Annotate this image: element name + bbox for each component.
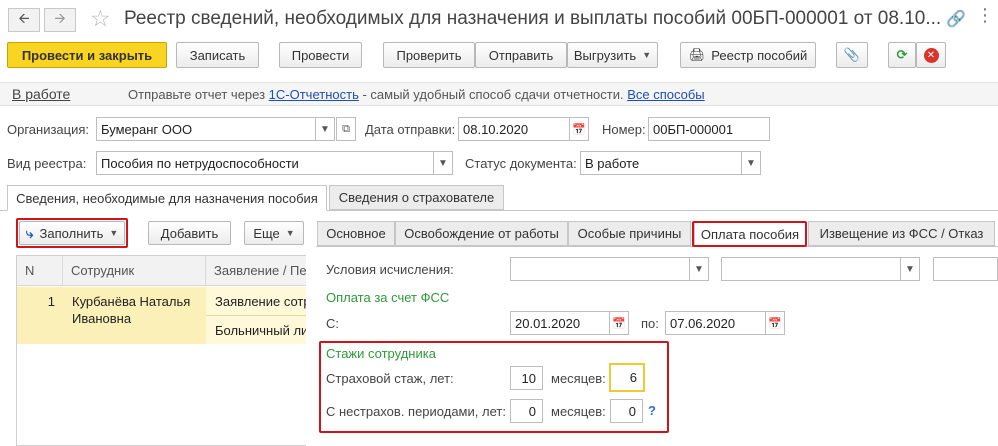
insured-months-field[interactable]: 6 [609,363,645,392]
payment-tab-highlight [692,221,807,247]
number-label: Номер: [602,122,646,137]
row-employee-line1: Курбанёва Наталья [72,294,191,309]
caret-down-icon: ▼ [694,263,704,275]
col-header-statement[interactable]: Заявление / Пе [206,256,306,286]
back-button[interactable]: 🡨 [8,8,40,32]
star-icon[interactable]: ☆ [90,5,111,32]
doc-status-label: Статус документа: [465,156,577,171]
calendar-icon: 📅 [768,317,782,330]
sub-tabs-line [316,246,998,247]
registry-type-label: Вид реестра: [7,156,87,171]
caret-down-icon: ▼ [438,157,448,169]
fill-highlight [16,218,128,248]
to-label: по: [641,316,659,331]
calendar-icon: 📅 [612,317,626,330]
arrow-left-icon: 🡨 [18,10,30,26]
subtab-release[interactable]: Освобождение от работы [395,221,568,246]
refresh-icon: ⟳ [896,47,908,62]
add-button[interactable]: Добавить [148,221,231,245]
from-label: С: [326,316,339,331]
send-date-calendar[interactable]: 📅 [569,117,589,141]
subtab-main[interactable]: Основное [317,221,395,246]
upload-button[interactable]: Выгрузить ▼ [567,42,658,68]
paperclip-icon: 📎 [843,47,861,62]
post-and-close-button[interactable]: Провести и закрыть [7,42,167,68]
registry-button[interactable]: 🖨 Реестр пособий [680,42,816,68]
subtab-special[interactable]: Особые причины [568,221,691,246]
condition-1-dropdown[interactable]: ▼ [689,257,709,281]
doc-status-field[interactable]: В работе [580,151,742,175]
registry-type-field[interactable]: Пособия по нетрудоспособности [96,151,434,175]
insured-years-label: Страховой стаж, лет: [326,371,454,386]
condition-3-field[interactable] [933,257,998,281]
row-divider [206,315,306,316]
info-text: Отправьте отчет через 1С-Отчетность - са… [128,87,705,102]
registry-type-dropdown[interactable]: ▼ [433,151,453,175]
tab-insurer-info[interactable]: Сведения о страхователе [329,185,504,210]
caret-down-icon: ▼ [905,263,915,275]
1c-link[interactable]: 1С-Отчетность [269,87,359,102]
caret-down-icon: ▼ [746,157,756,169]
col-header-n[interactable]: N [17,256,63,286]
save-button[interactable]: Записать [176,42,259,68]
send-date-field[interactable]: 08.10.2020 [458,117,570,141]
insured-months-label: месяцев: [551,371,606,386]
caret-down-icon: ▼ [320,123,330,135]
noninsured-months-field[interactable]: 0 [610,399,643,423]
org-open[interactable]: ⧉ [336,117,356,141]
help-icon[interactable]: ? [648,403,656,418]
caret-down-icon: ▼ [642,50,652,60]
send-button[interactable]: Отправить [475,42,567,68]
check-button[interactable]: Проверить [383,42,475,68]
more-menu-icon[interactable]: ⋮ [976,5,994,26]
tab-benefit-info[interactable]: Сведения, необходимые для назначения пос… [7,185,327,211]
row-statement-1: Заявление сотр [215,294,306,309]
org-label: Организация: [7,122,90,137]
status-link[interactable]: В работе [12,86,70,102]
subtab-fss-notice[interactable]: Извещение из ФСС / Отказ [808,221,995,246]
number-field[interactable]: 00БП-000001 [648,117,770,141]
window-title: Реестр сведений, необходимых для назначе… [124,8,942,29]
printer-icon: 🖨 [688,47,706,62]
close-icon: ✕ [923,47,939,63]
row-number: 1 [47,294,55,309]
insured-years-field[interactable]: 10 [510,366,543,390]
refresh-button[interactable]: ⟳ [888,42,916,68]
forward-button[interactable]: 🡪 [44,8,76,32]
more-button[interactable]: Еще ▼ [244,221,304,245]
condition-2-field[interactable] [721,257,901,281]
arrow-right-icon: 🡪 [54,10,66,26]
condition-2-dropdown[interactable]: ▼ [900,257,920,281]
col-header-employee[interactable]: Сотрудник [63,256,206,286]
post-button[interactable]: Провести [279,42,362,68]
open-icon: ⧉ [342,122,350,135]
to-date-calendar[interactable]: 📅 [765,311,785,335]
conditions-label: Условия исчисления: [326,262,454,277]
row-employee-line2: Ивановна [72,311,132,326]
doc-status-dropdown[interactable]: ▼ [741,151,761,175]
noninsured-months-label: месяцев: [551,404,606,419]
all-methods-link[interactable]: Все способы [627,87,704,102]
org-dropdown[interactable]: ▼ [315,117,335,141]
calendar-icon: 📅 [572,123,586,136]
send-date-label: Дата отправки: [365,122,456,137]
fss-header: Оплата за счет ФСС [326,290,450,305]
from-date-calendar[interactable]: 📅 [609,311,629,335]
noninsured-years-field[interactable]: 0 [510,399,543,423]
condition-1-field[interactable] [510,257,690,281]
close-button[interactable]: ✕ [916,42,946,68]
org-field[interactable]: Бумеранг ООО [96,117,316,141]
caret-down-icon: ▼ [285,228,295,238]
to-date-field[interactable]: 07.06.2020 [665,311,766,335]
from-date-field[interactable]: 20.01.2020 [510,311,610,335]
noninsured-years-label: С нестрахов. периодами, лет: [326,404,506,419]
link-icon[interactable]: 🔗 [946,9,966,29]
row-statement-2: Больничный ли [215,323,306,338]
attach-button[interactable]: 📎 [836,42,868,68]
stazh-header: Стажи сотрудника [326,346,436,361]
